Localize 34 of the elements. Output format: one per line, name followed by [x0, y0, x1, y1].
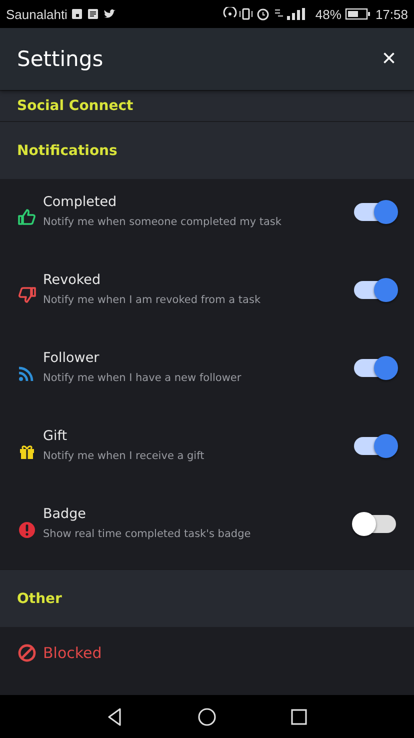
- close-button[interactable]: ×: [376, 45, 402, 73]
- setting-title: Completed: [43, 194, 118, 210]
- note-icon: [87, 8, 100, 20]
- setting-description: Show real time completed task's badge: [43, 528, 252, 540]
- home-icon: [197, 706, 217, 726]
- carrier-name: Saunalahti: [6, 6, 68, 22]
- section-title: Other: [17, 590, 62, 606]
- clock-time: 17:58: [375, 6, 408, 22]
- setting-title: Revoked: [43, 272, 102, 288]
- setting-description: Notify me when someone completed my task: [43, 216, 282, 228]
- alert-icon: [17, 520, 37, 540]
- thumbs-up-icon: [17, 208, 37, 228]
- toggle-switch[interactable]: [354, 359, 396, 377]
- setting-title: Badge: [43, 506, 87, 522]
- setting-title: Gift: [43, 428, 68, 444]
- section-title: Notifications: [17, 142, 118, 158]
- toggle-switch[interactable]: [354, 515, 396, 533]
- recents-icon: [289, 706, 309, 726]
- page-title: Settings: [17, 47, 104, 71]
- calendar-icon: [71, 8, 84, 20]
- setting-description: Notify me when I have a new follower: [43, 372, 242, 384]
- battery-icon: [345, 8, 372, 20]
- setting-description: Notify me when I receive a gift: [43, 450, 206, 462]
- setting-description: Notify me when I am revoked from a task: [43, 294, 262, 306]
- battery-percent: 48%: [315, 6, 342, 22]
- thumbs-down-icon: [17, 286, 37, 306]
- setting-title: Follower: [43, 350, 100, 366]
- section-title: Social Connect: [17, 98, 134, 114]
- toggle-switch[interactable]: [354, 281, 396, 299]
- toggle-switch[interactable]: [354, 203, 396, 221]
- bird-icon: [103, 8, 116, 20]
- blocked-icon: [17, 643, 37, 663]
- setting-title[interactable]: Blocked: [43, 644, 396, 662]
- toggle-switch[interactable]: [354, 437, 396, 455]
